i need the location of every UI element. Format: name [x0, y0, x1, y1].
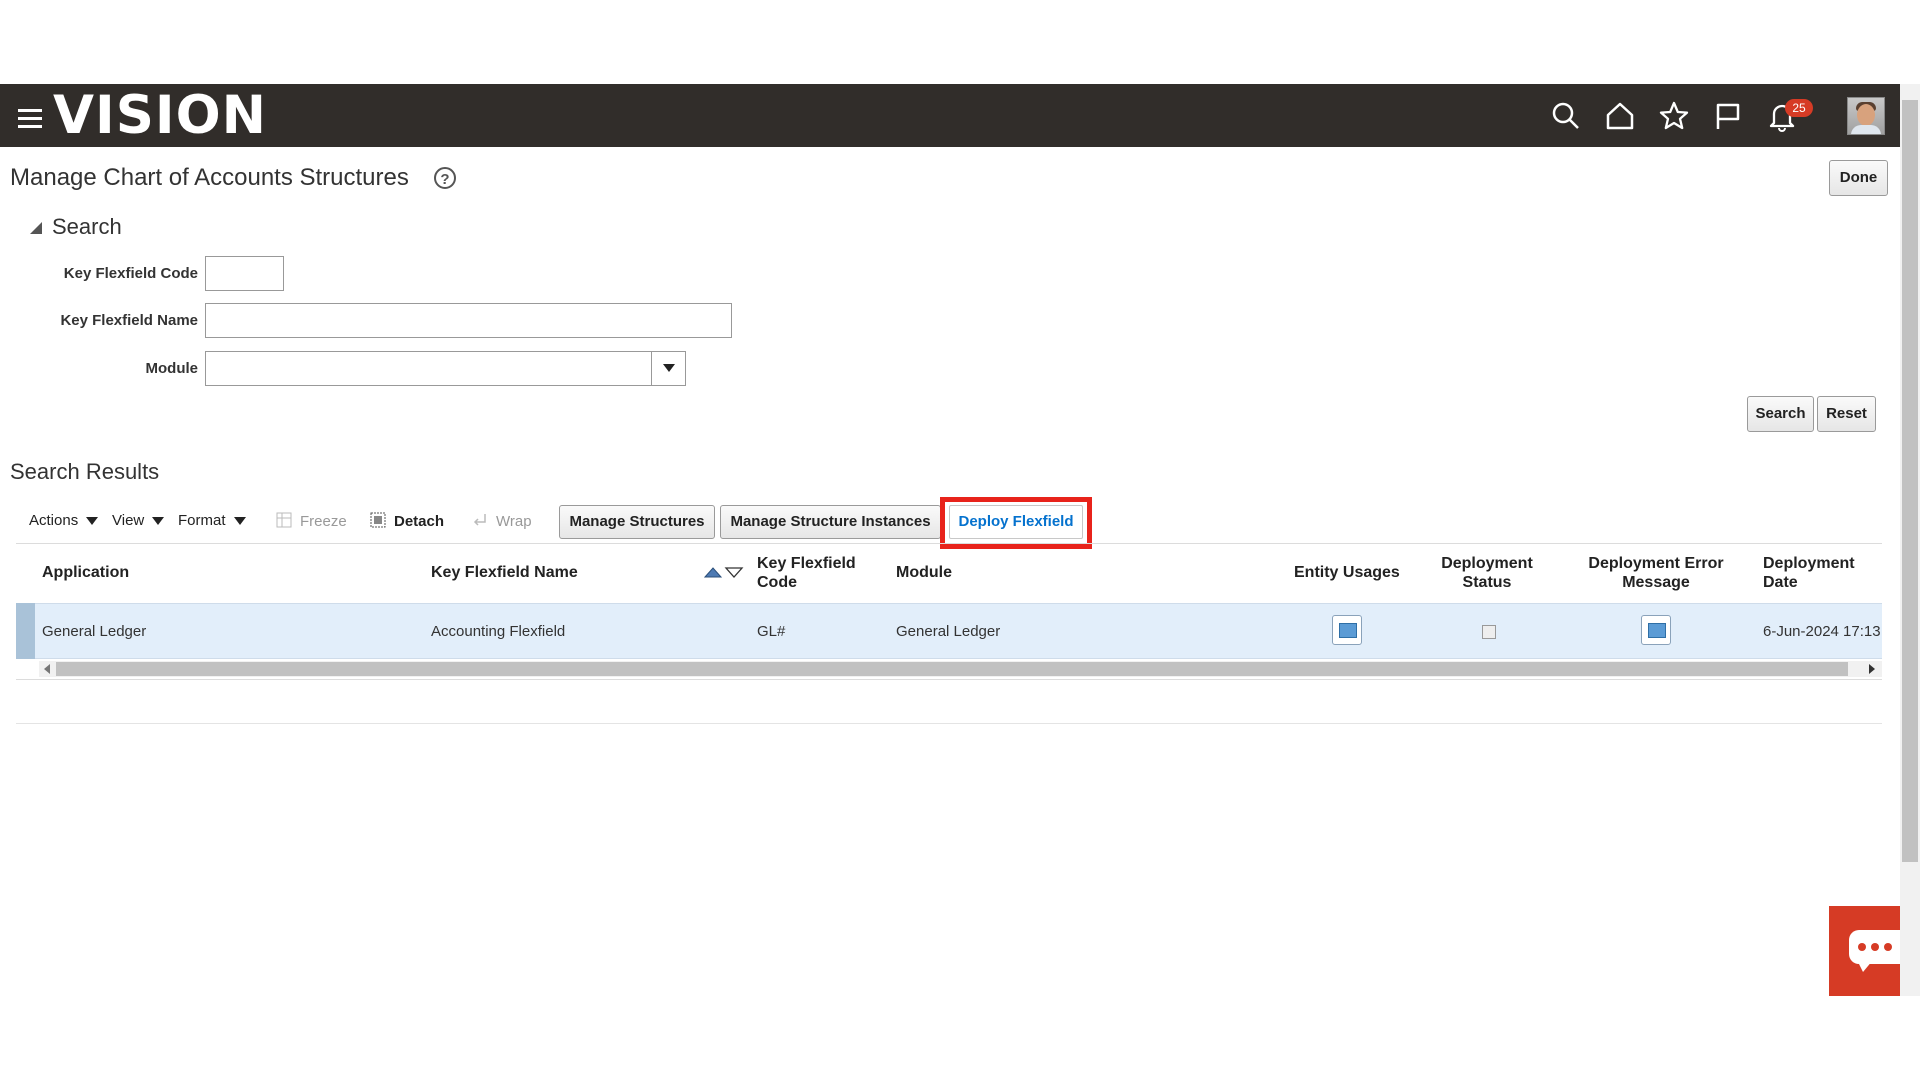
column-header-key-flexfield-name[interactable]: Key Flexfield Name [431, 563, 578, 582]
help-icon[interactable]: ? [434, 167, 456, 189]
column-header-deployment-date[interactable]: Deployment Date [1763, 554, 1855, 592]
dropdown-arrow-icon [233, 517, 246, 526]
footer-divider [16, 723, 1882, 724]
vertical-scrollbar-thumb[interactable] [1902, 100, 1918, 862]
manage-structure-instances-button[interactable]: Manage Structure Instances [720, 505, 941, 539]
chat-icon [1849, 930, 1900, 972]
column-header-text: Key Flexfield [757, 555, 856, 572]
search-results-title: Search Results [10, 459, 160, 484]
freeze-button[interactable]: Freeze [276, 512, 347, 530]
search-button[interactable]: Search [1747, 396, 1814, 432]
chat-widget[interactable] [1829, 906, 1900, 996]
freeze-icon [276, 512, 292, 528]
row-selection-marker [16, 603, 35, 659]
horizontal-scrollbar-thumb[interactable] [56, 662, 1848, 676]
actions-menu[interactable]: Actions [29, 512, 99, 529]
format-menu[interactable]: Format [178, 512, 246, 529]
deploy-flexfield-button[interactable]: Deploy Flexfield [949, 505, 1083, 539]
vision-logo[interactable]: VISION [53, 86, 267, 146]
actions-menu-label: Actions [29, 512, 79, 529]
key-flexfield-name-label: Key Flexfield Name [60, 312, 198, 329]
cell-key-flexfield-name: Accounting Flexfield [431, 623, 566, 640]
column-header-deployment-error-message[interactable]: Deployment Error Message [1580, 554, 1732, 592]
cell-module: General Ledger [896, 623, 1001, 640]
format-menu-label: Format [178, 512, 226, 529]
key-flexfield-name-input[interactable] [205, 303, 732, 338]
detach-icon [370, 512, 386, 528]
flag-icon[interactable] [1712, 100, 1744, 132]
column-header-text: Status [1462, 574, 1512, 591]
module-label: Module [145, 360, 199, 377]
column-header-text: Deployment Error [1588, 555, 1724, 572]
key-flexfield-code-label: Key Flexfield Code [63, 265, 198, 282]
key-flexfield-code-input[interactable] [205, 256, 284, 291]
star-icon[interactable] [1658, 100, 1690, 132]
wrap-icon [473, 514, 486, 526]
notification-badge[interactable]: 25 [1785, 99, 1813, 117]
dropdown-arrow-icon [86, 517, 99, 526]
column-header-module[interactable]: Module [896, 563, 952, 582]
dropdown-arrow-icon [152, 517, 165, 526]
column-header-key-flexfield-code[interactable]: Key Flexfield Code [757, 554, 856, 592]
deployment-status-icon [1482, 625, 1496, 639]
avatar[interactable] [1847, 97, 1885, 135]
scroll-left-icon[interactable] [44, 664, 50, 674]
wrap-button[interactable]: Wrap [472, 512, 532, 530]
column-header-application[interactable]: Application [42, 563, 129, 582]
module-select[interactable] [205, 351, 686, 386]
column-header-entity-usages[interactable]: Entity Usages [1294, 563, 1400, 582]
column-header-text: Date [1763, 574, 1798, 591]
search-section-label: Search [52, 214, 122, 239]
freeze-label: Freeze [300, 513, 347, 530]
column-header-text: Code [757, 574, 797, 591]
sort-icon[interactable] [703, 565, 744, 579]
entity-usages-icon[interactable] [1332, 615, 1362, 645]
cell-deployment-date: 6-Jun-2024 17:13 [1763, 623, 1881, 640]
table-divider [16, 679, 1882, 680]
menu-icon[interactable] [18, 109, 42, 129]
detach-label: Detach [394, 513, 445, 530]
column-header-text: Deployment [1763, 555, 1855, 572]
manage-structures-button[interactable]: Manage Structures [559, 505, 715, 539]
cell-key-flexfield-code: GL# [757, 623, 786, 640]
column-header-text: Deployment [1441, 555, 1533, 572]
deployment-error-message-icon[interactable] [1641, 615, 1671, 645]
column-header-deployment-status[interactable]: Deployment Status [1420, 554, 1554, 592]
column-header-text: Message [1622, 574, 1690, 591]
view-menu[interactable]: View [112, 512, 165, 529]
cell-application: General Ledger [42, 623, 147, 640]
detach-button[interactable]: Detach [370, 512, 444, 530]
done-button[interactable]: Done [1829, 160, 1888, 196]
search-section-toggle[interactable]: Search [30, 214, 122, 240]
search-icon[interactable] [1550, 100, 1582, 132]
view-menu-label: View [112, 512, 145, 529]
chevron-down-icon[interactable] [651, 351, 685, 385]
table-divider [16, 543, 1882, 544]
wrap-label: Wrap [496, 513, 532, 530]
scroll-right-icon[interactable] [1869, 664, 1875, 674]
reset-button[interactable]: Reset [1817, 396, 1876, 432]
home-icon[interactable] [1604, 100, 1636, 132]
page-title: Manage Chart of Accounts Structures [10, 164, 409, 191]
collapse-icon [30, 222, 42, 235]
